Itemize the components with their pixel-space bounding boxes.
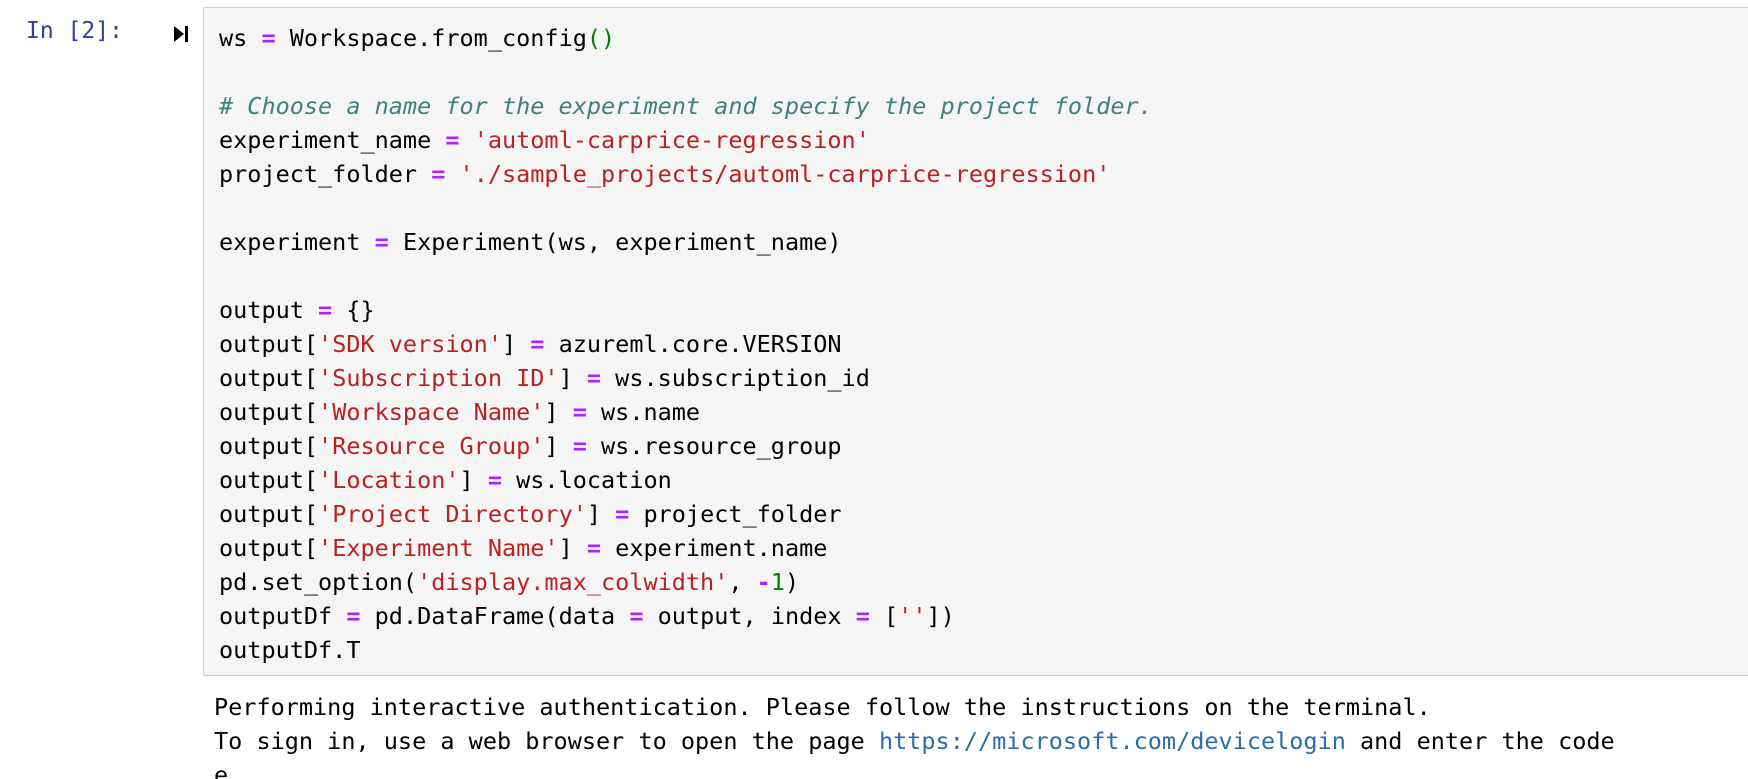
notebook-cell: In [2]: ws = Workspace.from_config() # Ch… [0,0,1748,779]
code-line-set-option: pd.set_option('display.max_colwidth', -1… [219,568,800,596]
code-line-project-directory: output['Project Directory'] = project_fo… [219,500,842,528]
code-line-project-folder: project_folder = './sample_projects/auto… [219,160,1111,188]
code-line-sdk-version: output['SDK version'] = azureml.core.VER… [219,330,842,358]
cell-prompt: In [2]: [26,18,123,44]
run-cell-icon[interactable] [170,22,192,46]
code-line-workspace-name: output['Workspace Name'] = ws.name [219,398,701,426]
code-line-transpose: outputDf.T [219,636,361,664]
run-cell-icon-svg [174,26,188,42]
code-editor[interactable]: ws = Workspace.from_config() # Choose a n… [219,21,1153,667]
cell-output: Performing interactive authentication. P… [214,690,1615,779]
output-line-1: Performing interactive authentication. P… [214,693,1431,721]
code-line-1: ws = Workspace.from_config() [219,24,616,52]
code-line-output-init: output = {} [219,296,375,324]
code-line-dataframe: outputDf = pd.DataFrame(data = output, i… [219,602,955,630]
code-line-resource-group: output['Resource Group'] = ws.resource_g… [219,432,842,460]
code-line-experiment-name: experiment_name = 'automl-carprice-regre… [219,126,870,154]
code-line-experiment-name-output: output['Experiment Name'] = experiment.n… [219,534,828,562]
code-line-subscription-id: output['Subscription ID'] = ws.subscript… [219,364,870,392]
output-line-3: e [214,761,229,779]
code-input-area[interactable]: ws = Workspace.from_config() # Choose a n… [203,7,1748,676]
code-comment: # Choose a name for the experiment and s… [219,92,1153,120]
devicelogin-link[interactable]: https://microsoft.com/devicelogin [879,727,1346,755]
code-line-location: output['Location'] = ws.location [219,466,672,494]
code-line-experiment: experiment = Experiment(ws, experiment_n… [219,228,842,256]
output-line-2: To sign in, use a web browser to open th… [214,727,1615,755]
